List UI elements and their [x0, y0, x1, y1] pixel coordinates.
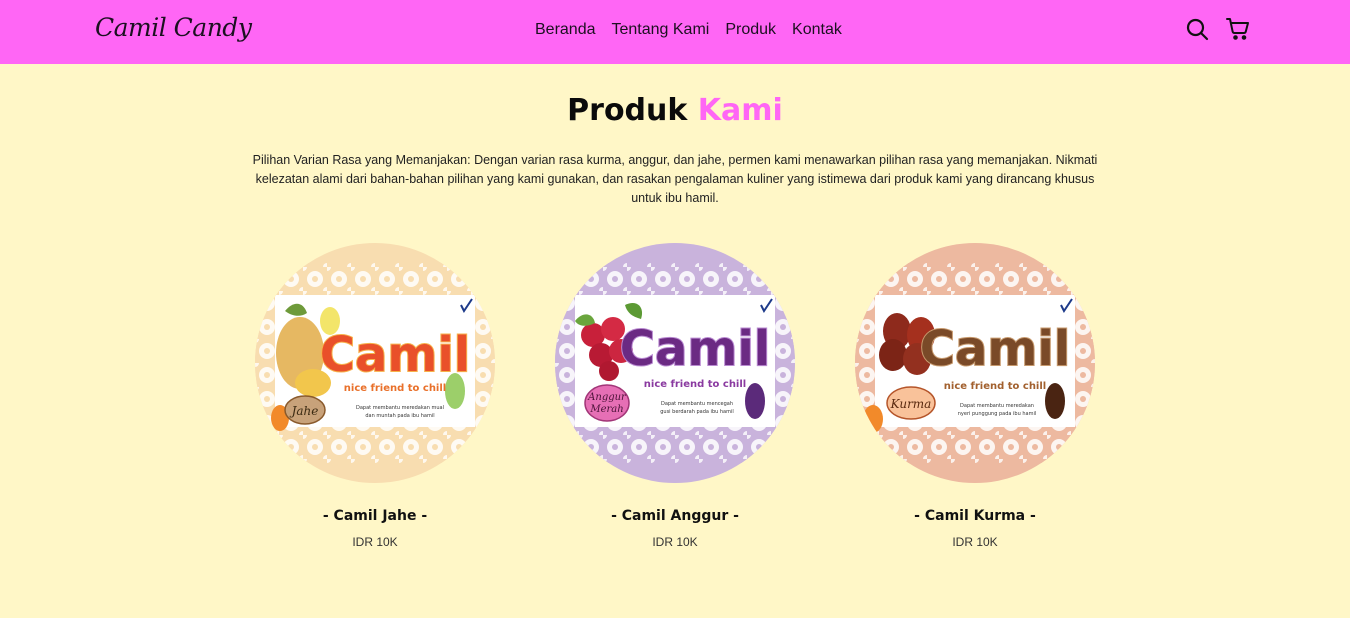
flavor-badge-anggur-1: Anggur — [587, 392, 627, 403]
product-label-desc2-anggur: gusi berdarah pada ibu hamil — [660, 409, 734, 415]
product-name-kurma: - Camil Kurma - — [914, 508, 1036, 524]
flavor-badge-anggur-2: Merah — [589, 404, 623, 415]
product-image-anggur[interactable]: Anggur Merah Camil nice friend to chill … — [555, 243, 795, 483]
section-title: Produk Kami — [0, 93, 1350, 128]
product-name-anggur: - Camil Anggur - — [611, 508, 739, 524]
product-label-desc1-anggur: Dapat membantu mencegah — [661, 401, 733, 407]
product-price-jahe: IDR 10K — [352, 535, 398, 549]
product-label-desc2-jahe: dan muntah pada ibu hamil — [365, 413, 434, 419]
flavor-badge-kurma: Kurma — [890, 397, 932, 411]
flavor-badge-jahe: Jahe — [289, 404, 319, 418]
product-label-brand-kurma: Camil — [920, 321, 1071, 377]
cart-icon[interactable] — [1226, 17, 1250, 41]
nav-link-tentang-kami[interactable]: Tentang Kami — [612, 21, 710, 39]
product-label-brand-jahe: Camil — [320, 327, 471, 383]
product-label-tagline-anggur: nice friend to chill — [644, 379, 746, 390]
product-card-anggur: Anggur Merah Camil nice friend to chill … — [555, 243, 795, 549]
product-label-tagline-kurma: nice friend to chill — [944, 381, 1046, 392]
product-label-desc1-jahe: Dapat membantu meredakan mual — [356, 405, 444, 411]
product-price-kurma: IDR 10K — [952, 535, 998, 549]
section-description: Pilihan Varian Rasa yang Memanjakan: Den… — [252, 153, 1098, 205]
product-label-desc1-kurma: Dapat membantu meredakan — [960, 403, 1034, 409]
navbar: Camil Candy Beranda Tentang Kami Produk … — [0, 0, 1350, 64]
product-label-desc2-kurma: nyeri punggung pada ibu hamil — [958, 411, 1036, 417]
nav-link-beranda[interactable]: Beranda — [535, 21, 596, 39]
product-card-jahe: Jahe Camil nice friend to chill Dapat me… — [255, 243, 495, 549]
product-name-jahe: - Camil Jahe - — [322, 508, 428, 524]
search-icon[interactable] — [1185, 17, 1209, 41]
product-image-kurma[interactable]: Kurma Camil nice friend to chill Dapat m… — [855, 243, 1095, 483]
section-title-accent: Kami — [697, 93, 783, 128]
product-image-jahe[interactable]: Jahe Camil nice friend to chill Dapat me… — [255, 243, 495, 483]
nav-link-kontak[interactable]: Kontak — [792, 21, 842, 39]
brand-logo[interactable]: Camil Candy — [95, 13, 252, 42]
nav-links: Beranda Tentang Kami Produk Kontak — [535, 21, 842, 39]
nav-icons — [1185, 17, 1250, 41]
section-title-main: Produk — [567, 93, 688, 128]
product-card-kurma: Kurma Camil nice friend to chill Dapat m… — [855, 243, 1095, 549]
product-label-tagline-jahe: nice friend to chill — [344, 383, 446, 394]
product-label-brand-anggur: Camil — [620, 321, 771, 377]
nav-link-produk[interactable]: Produk — [725, 21, 776, 39]
product-price-anggur: IDR 10K — [652, 535, 698, 549]
